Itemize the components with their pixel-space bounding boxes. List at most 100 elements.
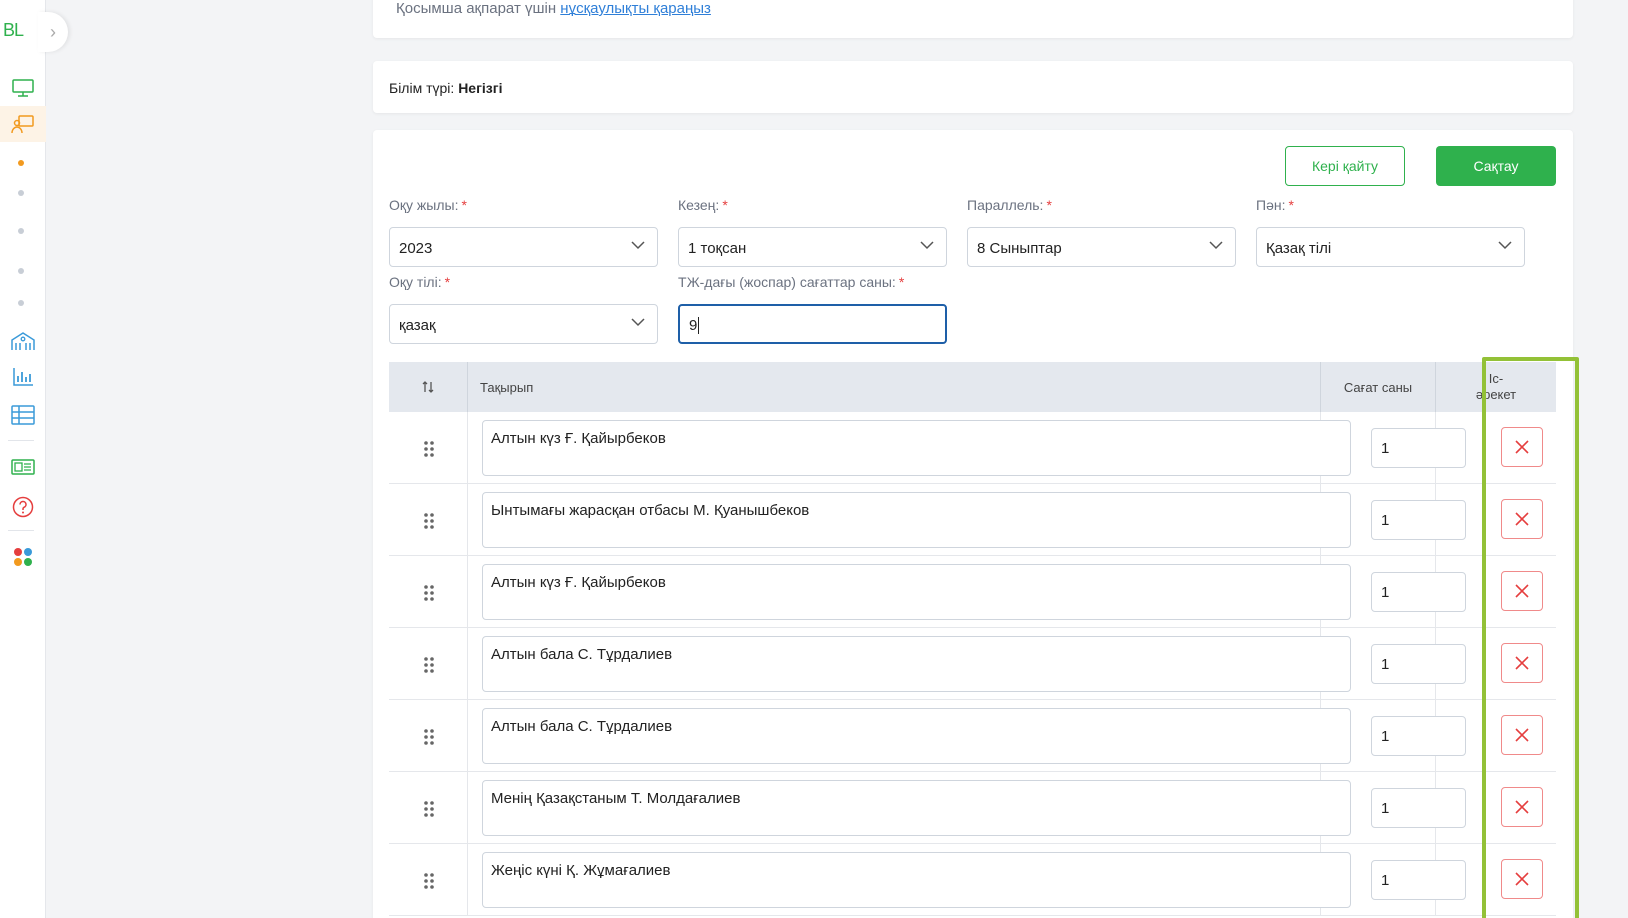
sidebar-item-monitor[interactable] [0,70,46,106]
topic-input[interactable]: Ынтымағы жарасқан отбасы М. Қуанышбеков [482,492,1351,548]
close-icon [1515,872,1529,886]
info-text-prefix: Қосымша ақпарат үшін [396,0,561,17]
sidebar: BL › [0,0,68,918]
delete-row-button[interactable] [1501,787,1543,827]
help-icon [12,496,34,518]
language-select[interactable]: қазақ [389,304,658,344]
delete-row-button[interactable] [1501,427,1543,467]
table-row: Ынтымағы жарасқан отбасы М. Қуанышбеков 1 [389,484,1556,556]
sidebar-item-tables[interactable] [0,400,46,430]
language-select-value: қазақ [399,317,436,334]
table-header: Тақырып Сағат саны Іс- әрекет [389,362,1556,412]
table-grid-icon [11,405,35,425]
chevron-down-icon [1209,241,1223,250]
drag-handle-icon[interactable] [423,872,435,890]
year-label: Оқу жылы: * [389,197,467,213]
period-select[interactable]: 1 тоқсан [678,227,947,267]
hours-column-header: Сағат саны [1320,362,1435,412]
cell-divider [467,412,468,484]
chevron-down-icon [920,241,934,250]
hours-input[interactable]: 1 [1371,428,1466,468]
topic-input[interactable]: Алтын күз Ғ. Қайырбеков [482,564,1351,620]
back-button[interactable]: Кері қайту [1285,146,1405,186]
sidebar-divider [8,530,34,531]
hours-input[interactable]: 1 [1371,788,1466,828]
delete-row-button[interactable] [1501,859,1543,899]
language-label: Оқу тілі: * [389,274,451,290]
topic-input[interactable]: Алтын бала С. Тұрдалиев [482,636,1351,692]
planned-hours-value: 9 [689,317,698,334]
instructions-link[interactable]: нұсқаулықты қараңыз [560,0,711,17]
close-icon [1515,512,1529,526]
hours-input[interactable]: 1 [1371,572,1466,612]
sidebar-item-help[interactable] [0,492,46,522]
submenu-dot[interactable] [18,268,24,274]
sort-arrows-icon [422,381,434,393]
delete-row-button[interactable] [1501,715,1543,755]
drag-handle-icon[interactable] [423,656,435,674]
chevron-down-icon [1498,241,1512,250]
delete-row-button[interactable] [1501,571,1543,611]
submenu-dot[interactable] [18,300,24,306]
action-column-header: Іс- әрекет [1435,362,1556,412]
topic-column-header: Тақырып [467,362,1320,412]
hours-input[interactable]: 1 [1371,716,1466,756]
drag-handle-icon[interactable] [423,584,435,602]
sidebar-item-journal[interactable] [0,452,46,482]
cell-divider [467,484,468,556]
sidebar-divider [8,440,34,441]
sidebar-item-teacher[interactable] [0,106,46,142]
topic-input[interactable]: Жеңіс күні Қ. Жұмағалиев [482,852,1351,908]
table-row: Менің Қазақстаным Т. Молдағалиев 1 [389,772,1556,844]
chevron-right-icon: › [50,21,56,42]
sort-column-header[interactable] [389,362,467,412]
app-logo: BL [3,20,24,40]
table-row: Алтын бала С. Тұрдалиев 1 [389,700,1556,772]
education-type-label: Білім түрі: [389,80,455,96]
drag-handle-icon[interactable] [423,512,435,530]
sidebar-item-apps[interactable] [0,542,46,572]
close-icon [1515,728,1529,742]
topic-input[interactable]: Алтын күз Ғ. Қайырбеков [482,420,1351,476]
cell-divider [467,700,468,772]
year-select[interactable]: 2023 [389,227,658,267]
parallel-select-value: 8 Сыныптар [977,240,1062,257]
close-icon [1515,584,1529,598]
action-header-line2: әрекет [1475,387,1517,402]
sidebar-collapse-button[interactable]: › [38,12,68,52]
parallel-select[interactable]: 8 Сыныптар [967,227,1236,267]
education-type: Білім түрі: Негізгі [389,80,502,96]
close-icon [1515,440,1529,454]
hours-input[interactable]: 1 [1371,500,1466,540]
topic-input[interactable]: Алтын бала С. Тұрдалиев [482,708,1351,764]
delete-row-button[interactable] [1501,643,1543,683]
submenu-dot[interactable] [18,190,24,196]
subject-select[interactable]: Қазақ тілі [1256,227,1525,267]
submenu-dot[interactable] [18,228,24,234]
drag-handle-icon[interactable] [423,800,435,818]
school-building-icon [11,332,35,350]
monitor-icon [12,79,34,97]
hours-input[interactable]: 1 [1371,644,1466,684]
planned-hours-label: ТЖ-дағы (жоспар) сағаттар саны: * [678,274,905,290]
education-type-value: Негізгі [458,80,503,96]
planned-hours-input[interactable]: 9 [678,304,947,344]
bar-chart-icon [13,368,33,386]
submenu-dot-active[interactable] [18,160,24,166]
drag-handle-icon[interactable] [423,728,435,746]
chevron-down-icon [631,318,645,327]
topic-input[interactable]: Менің Қазақстаным Т. Молдағалиев [482,780,1351,836]
delete-row-button[interactable] [1501,499,1543,539]
subject-label: Пән: * [1256,197,1294,213]
journal-icon [11,459,35,475]
drag-handle-icon[interactable] [423,440,435,458]
education-type-card: Білім түрі: Негізгі [373,61,1573,113]
sidebar-item-school[interactable] [0,326,46,356]
text-cursor [698,317,700,334]
sidebar-item-reports[interactable] [0,362,46,392]
table-row: Алтын күз Ғ. Қайырбеков 1 [389,412,1556,484]
hours-input[interactable]: 1 [1371,860,1466,900]
cell-divider [467,772,468,844]
save-button[interactable]: Сақтау [1436,146,1556,186]
table-row: Жеңіс күні Қ. Жұмағалиев 1 [389,844,1556,916]
